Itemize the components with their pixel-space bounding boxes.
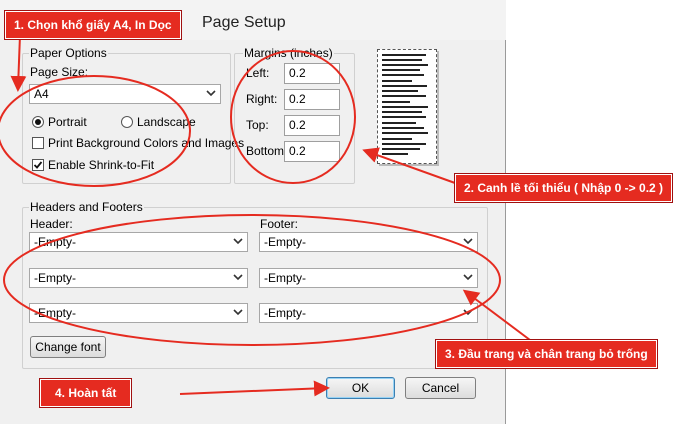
- step3-arrow: [462, 289, 531, 341]
- margins-highlight-ellipse: [230, 50, 356, 184]
- paper-options-highlight-ellipse: [0, 75, 191, 187]
- step1-callout: 1. Chọn khổ giấy A4, In Dọc: [5, 11, 181, 39]
- step4-callout: 4. Hoàn tất: [40, 379, 132, 407]
- headers-footers-highlight-ellipse: [3, 214, 501, 346]
- step2-callout: 2. Canh lề tối thiểu ( Nhập 0 -> 0.2 ): [455, 174, 673, 202]
- step4-arrow: [179, 380, 330, 397]
- step2-arrow: [362, 147, 456, 184]
- step1-arrow: [10, 34, 27, 92]
- step3-callout: 3. Đầu trang và chân trang bỏ trống: [436, 340, 657, 368]
